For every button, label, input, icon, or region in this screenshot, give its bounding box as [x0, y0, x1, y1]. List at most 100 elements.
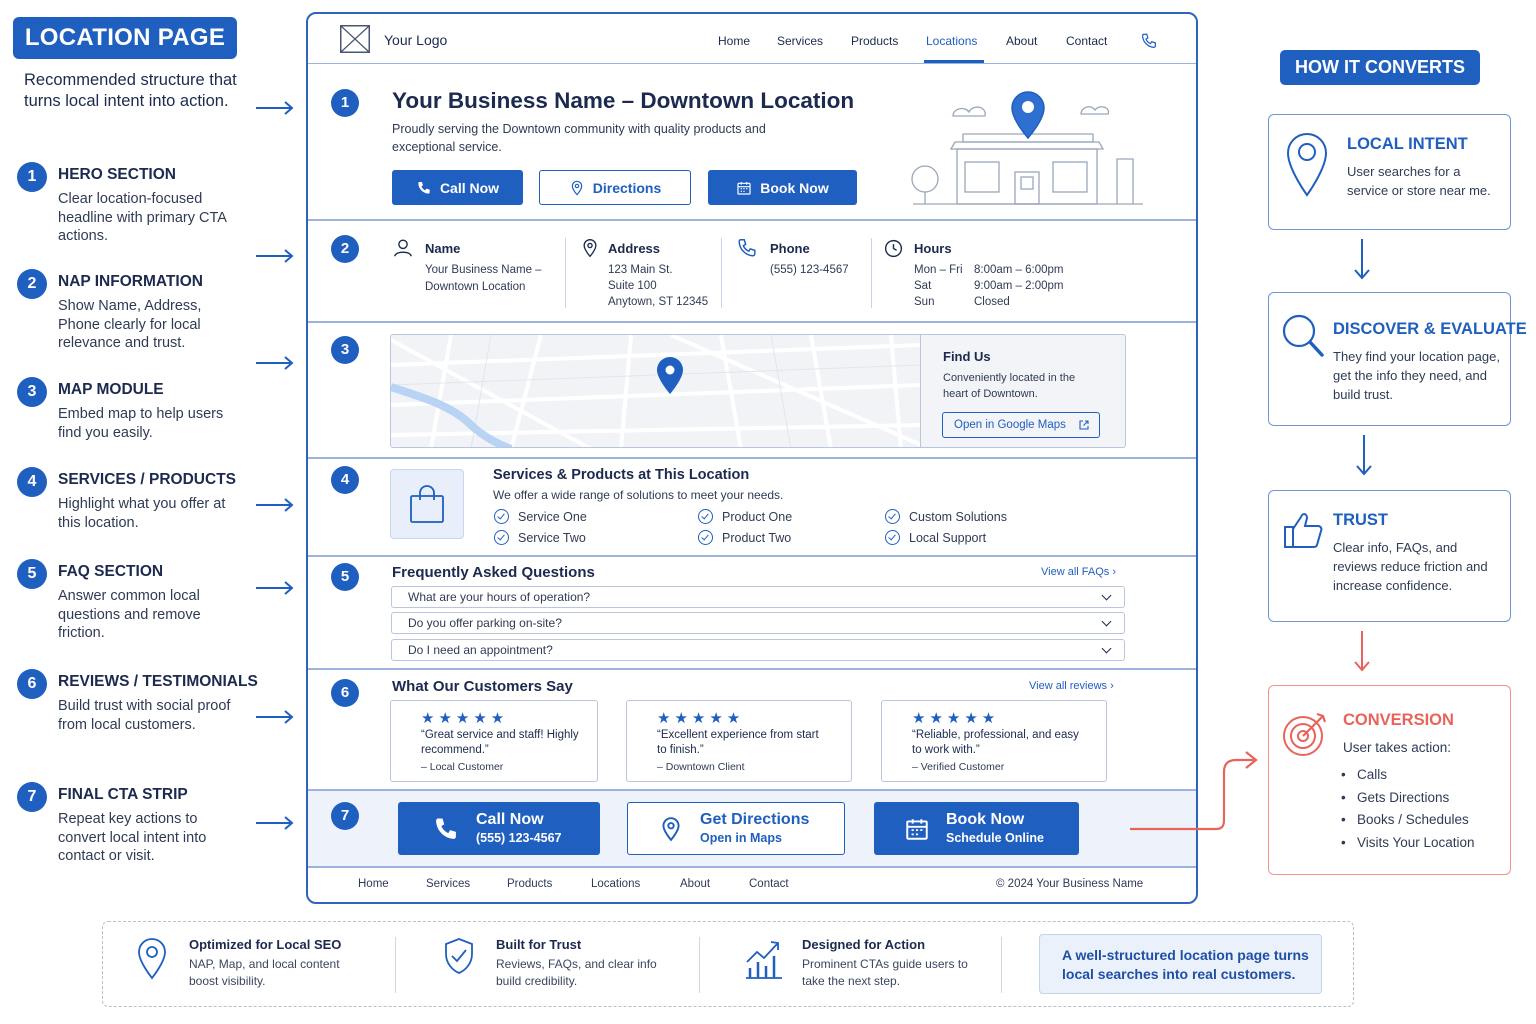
nav-active-underline — [924, 60, 984, 63]
section-number-1: 1 — [331, 89, 359, 117]
list-item-label: Visits Your Location — [1356, 834, 1475, 850]
page-mockup: Your Logo Home Services Products Locatio… — [306, 12, 1198, 904]
footer-link-about[interactable]: About — [680, 878, 710, 890]
view-all-faqs-link[interactable]: View all FAQs › — [1041, 566, 1116, 578]
step-number: 7 — [17, 782, 47, 812]
hero-book-button[interactable]: Book Now — [708, 170, 857, 205]
map-pin-icon — [1286, 133, 1328, 197]
cta-call-button[interactable]: Call Now (555) 123-4567 — [398, 802, 600, 855]
step-number: 3 — [17, 377, 47, 407]
view-all-reviews-link[interactable]: View all reviews › — [1029, 680, 1114, 692]
footer-link-products[interactable]: Products — [507, 878, 552, 890]
list-item-label: Calls — [1356, 767, 1387, 782]
phone-icon — [738, 239, 756, 257]
faq-question: What are your hours of operation? — [408, 590, 591, 604]
arrow-right-icon — [256, 356, 294, 370]
logo-placeholder-icon — [340, 25, 370, 53]
map-pin-icon — [571, 180, 583, 196]
shield-check-icon — [445, 938, 473, 974]
list-item-label: Books / Schedules — [1356, 812, 1469, 827]
cta-call-label: Call Now — [476, 810, 544, 828]
calendar-icon — [906, 818, 928, 840]
services-description: We offer a wide range of solutions to me… — [493, 488, 784, 502]
map-module[interactable]: Find Us Conveniently located in the hear… — [390, 334, 1126, 448]
faq-question: Do you offer parking on-site? — [408, 616, 562, 630]
map-description: Conveniently located in the heart of Dow… — [943, 372, 1076, 400]
hero-title: Your Business Name – Downtown Location — [392, 88, 855, 113]
benefit-description: NAP, Map, and local content boost visibi… — [189, 957, 340, 988]
rating-stars-icon: ★★★★★ — [912, 710, 1000, 727]
faq-item[interactable]: Do you offer parking on-site? — [391, 612, 1125, 634]
footer-link-contact[interactable]: Contact — [749, 878, 789, 890]
check-circle-icon — [494, 530, 509, 545]
phone-icon[interactable] — [1140, 32, 1158, 50]
service-item-label: Service Two — [518, 530, 586, 545]
arrow-down-icon — [1354, 239, 1370, 280]
storefront-illustration — [911, 91, 1143, 205]
review-quote: “Great service and staff! Highly recomme… — [421, 729, 579, 756]
divider — [308, 668, 1196, 670]
hours-day: Sat — [914, 280, 932, 292]
arrow-right-icon — [256, 498, 294, 512]
hero-book-label: Book Now — [760, 179, 829, 196]
step-number: 6 — [17, 669, 47, 699]
step-number: 4 — [17, 467, 47, 497]
summary-callout: A well-structured location page turns lo… — [1039, 934, 1322, 994]
benefit-heading: Designed for Action — [802, 937, 926, 952]
product-item-label: Product One — [722, 509, 793, 524]
nap-address-line1: 123 Main St. — [608, 264, 673, 276]
divider — [308, 555, 1196, 557]
step-heading: REVIEWS / TESTIMONIALS — [58, 673, 258, 690]
divider — [308, 866, 1196, 868]
step-heading: SERVICES / PRODUCTS — [58, 471, 237, 488]
service-item-label: Local Support — [909, 530, 987, 545]
open-google-maps-button[interactable]: Open in Google Maps — [942, 412, 1100, 438]
footer-link-locations[interactable]: Locations — [591, 878, 640, 890]
step-description: Answer common local questions and remove… — [58, 588, 201, 641]
site-header: Your Logo Home Services Products Locatio… — [308, 14, 1196, 64]
cta-book-button[interactable]: Book Now Schedule Online — [874, 802, 1079, 855]
nav-locations[interactable]: Locations — [926, 34, 977, 48]
divider — [1001, 937, 1002, 993]
nav-services[interactable]: Services — [777, 34, 823, 48]
service-item: Service Two — [494, 530, 586, 545]
card-local-intent: LOCAL INTENT User searches for a service… — [1268, 114, 1511, 230]
footer-link-home[interactable]: Home — [358, 878, 389, 890]
step-description: Embed map to help users find you easily. — [58, 406, 224, 441]
divider — [920, 335, 921, 447]
review-author: – Verified Customer — [912, 761, 1005, 773]
review-author: – Local Customer — [421, 761, 504, 773]
check-circle-icon — [494, 509, 509, 524]
review-author: – Downtown Client — [657, 761, 745, 773]
footer-link-services[interactable]: Services — [426, 878, 470, 890]
conversion-actions: • Calls • Gets Directions • Books / Sche… — [1341, 764, 1475, 854]
map-pin-icon — [138, 938, 166, 980]
chevron-down-icon — [1101, 643, 1112, 654]
hero-call-button[interactable]: Call Now — [392, 170, 523, 205]
logo-text[interactable]: Your Logo — [384, 32, 447, 48]
nav-about[interactable]: About — [1006, 34, 1037, 48]
faq-item[interactable]: What are your hours of operation? — [391, 586, 1125, 608]
arrow-down-icon — [1354, 631, 1370, 672]
faq-item[interactable]: Do I need an appointment? — [391, 639, 1125, 661]
step-heading: HERO SECTION — [58, 166, 176, 183]
hero-directions-button[interactable]: Directions — [539, 170, 691, 205]
nav-contact[interactable]: Contact — [1066, 34, 1107, 48]
arrow-down-icon — [1356, 435, 1372, 476]
shopping-bag-icon — [410, 485, 444, 523]
clock-icon — [884, 239, 903, 258]
section-number-3: 3 — [331, 336, 359, 364]
cta-book-sub: Schedule Online — [946, 830, 1044, 845]
card-description: User takes action: — [1343, 740, 1452, 755]
map-embed[interactable] — [391, 335, 921, 448]
arrow-right-icon — [256, 581, 294, 595]
cta-directions-button[interactable]: Get Directions Open in Maps — [627, 802, 845, 855]
product-item: Product Two — [698, 530, 791, 545]
nav-home[interactable]: Home — [718, 34, 750, 48]
card-heading: TRUST — [1333, 511, 1388, 529]
nap-phone-value[interactable]: (555) 123-4567 — [770, 262, 849, 279]
hours-time: 9:00am – 2:00pm — [974, 280, 1064, 292]
view-all-reviews-label: View all reviews — [1029, 680, 1108, 692]
list-item: • Books / Schedules — [1341, 812, 1469, 827]
nav-products[interactable]: Products — [851, 34, 898, 48]
